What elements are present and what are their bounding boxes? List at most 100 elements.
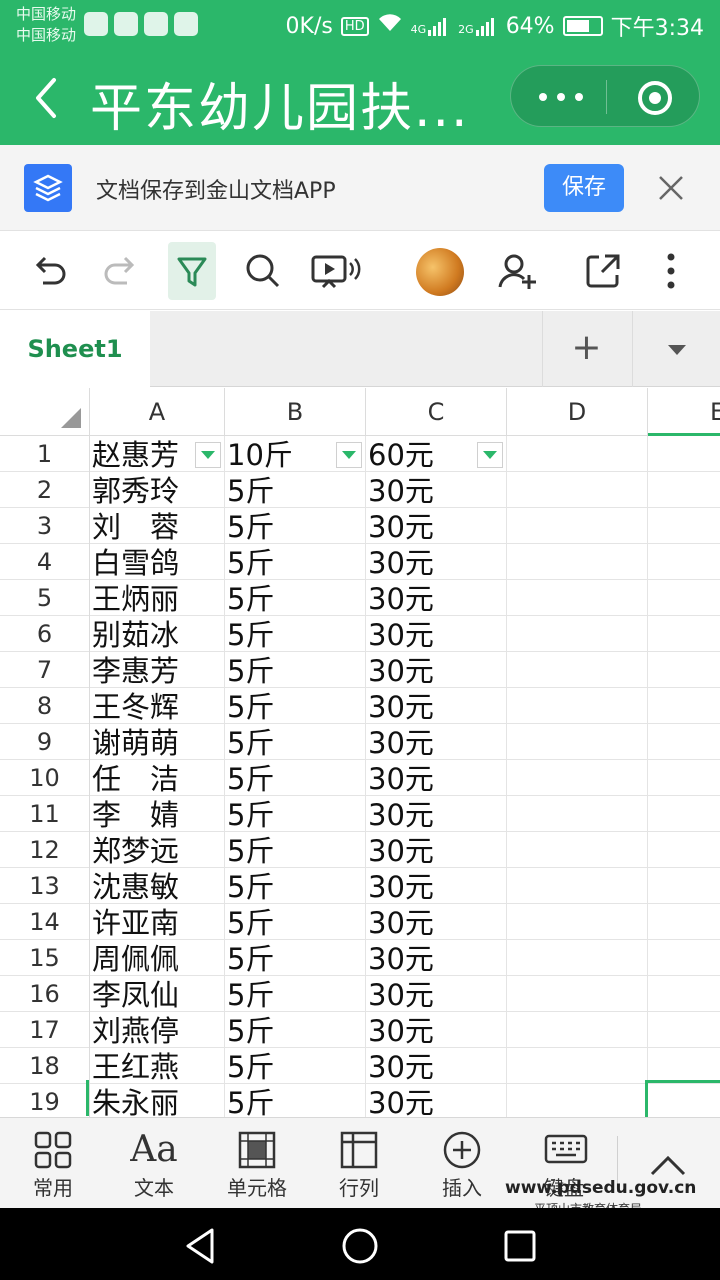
cell-e[interactable] [648, 832, 720, 868]
row-number[interactable]: 1 [0, 436, 90, 472]
row-number[interactable]: 9 [0, 724, 90, 760]
row-number[interactable]: 2 [0, 472, 90, 508]
cell-a[interactable]: 李 婧 [90, 796, 225, 832]
cell-b[interactable]: 5斤 [225, 1048, 366, 1084]
cell-a[interactable]: 李凤仙 [90, 976, 225, 1012]
cell-e[interactable] [648, 724, 720, 760]
cell-c[interactable]: 30元 [366, 652, 507, 688]
cell-b[interactable]: 5斤 [225, 616, 366, 652]
back-button[interactable] [28, 70, 68, 126]
cell-e[interactable] [648, 904, 720, 940]
row-number[interactable]: 6 [0, 616, 90, 652]
nav-recent-apps-icon[interactable] [500, 1226, 540, 1266]
cell-c[interactable]: 30元 [366, 868, 507, 904]
sheet-menu-chevron-down-icon[interactable] [632, 311, 720, 387]
row-number[interactable]: 19 [0, 1084, 90, 1117]
cell-b[interactable]: 5斤 [225, 652, 366, 688]
cell-c[interactable]: 30元 [366, 472, 507, 508]
cell-e[interactable] [648, 1012, 720, 1048]
column-header-a[interactable]: A [90, 388, 225, 436]
cell-d[interactable] [507, 1012, 648, 1048]
cell-d[interactable] [507, 580, 648, 616]
cell-a[interactable]: 王炳丽 [90, 580, 225, 616]
cell-c[interactable]: 30元 [366, 508, 507, 544]
row-number[interactable]: 7 [0, 652, 90, 688]
filter-dropdown-a[interactable] [195, 442, 221, 468]
cell-a[interactable]: 别茹冰 [90, 616, 225, 652]
avatar[interactable] [416, 248, 464, 296]
row-number[interactable]: 10 [0, 760, 90, 796]
close-miniprogram-button[interactable] [638, 81, 672, 115]
cell-a[interactable]: 周佩佩 [90, 940, 225, 976]
cell-e[interactable] [648, 760, 720, 796]
cell-b[interactable]: 5斤 [225, 1084, 366, 1117]
cell-b[interactable]: 5斤 [225, 868, 366, 904]
cell-d[interactable] [507, 652, 648, 688]
cell-d[interactable] [507, 724, 648, 760]
filter-dropdown-b[interactable] [336, 442, 362, 468]
cell-d[interactable] [507, 1048, 648, 1084]
row-number[interactable]: 14 [0, 904, 90, 940]
cell-a[interactable]: 谢萌萌 [90, 724, 225, 760]
cell-d[interactable] [507, 688, 648, 724]
cell-e[interactable] [648, 472, 720, 508]
cell-e[interactable] [648, 1048, 720, 1084]
cell-b[interactable]: 5斤 [225, 688, 366, 724]
row-number[interactable]: 4 [0, 544, 90, 580]
cell-a[interactable]: 王冬辉 [90, 688, 225, 724]
cell-b[interactable]: 5斤 [225, 472, 366, 508]
cell-c[interactable]: 30元 [366, 940, 507, 976]
cell-a[interactable]: 刘 蓉 [90, 508, 225, 544]
filter-dropdown-c[interactable] [477, 442, 503, 468]
filter-icon[interactable] [168, 242, 216, 300]
row-number[interactable]: 3 [0, 508, 90, 544]
row-number[interactable]: 11 [0, 796, 90, 832]
cell-e[interactable] [648, 976, 720, 1012]
row-number[interactable]: 16 [0, 976, 90, 1012]
row-number[interactable]: 13 [0, 868, 90, 904]
row-number[interactable]: 18 [0, 1048, 90, 1084]
insert-button[interactable]: 插入 [417, 1126, 507, 1206]
cell-c[interactable]: 30元 [366, 688, 507, 724]
nav-back-icon[interactable] [182, 1226, 222, 1266]
cell-e[interactable] [648, 616, 720, 652]
cell-b[interactable]: 5斤 [225, 508, 366, 544]
column-header-e[interactable]: E [648, 388, 720, 436]
cell-d[interactable] [507, 760, 648, 796]
cell-e[interactable] [648, 652, 720, 688]
add-sheet-button[interactable]: + [542, 311, 630, 387]
cell-a[interactable]: 朱永丽 [90, 1084, 225, 1117]
cell-d[interactable] [507, 940, 648, 976]
cell-b[interactable]: 5斤 [225, 904, 366, 940]
cell-b[interactable]: 5斤 [225, 940, 366, 976]
cell-e[interactable] [648, 688, 720, 724]
save-button[interactable]: 保存 [544, 164, 624, 212]
cell-d[interactable] [507, 508, 648, 544]
cell-e[interactable] [648, 436, 720, 472]
selected-cell[interactable] [645, 1080, 720, 1117]
cell-b[interactable]: 5斤 [225, 760, 366, 796]
cell-a[interactable]: 李惠芳 [90, 652, 225, 688]
search-icon[interactable] [236, 242, 290, 300]
cell-d[interactable] [507, 472, 648, 508]
common-button[interactable]: 常用 [8, 1126, 98, 1206]
cell-d[interactable] [507, 904, 648, 940]
cell-e[interactable] [648, 580, 720, 616]
column-header-c[interactable]: C [366, 388, 507, 436]
cell-d[interactable] [507, 868, 648, 904]
cell-c[interactable]: 30元 [366, 724, 507, 760]
cell-b[interactable]: 5斤 [225, 1012, 366, 1048]
cell-c[interactable]: 30元 [366, 544, 507, 580]
cell-c[interactable]: 30元 [366, 580, 507, 616]
add-user-icon[interactable] [490, 242, 544, 300]
cell-d[interactable] [507, 832, 648, 868]
cell-c[interactable]: 30元 [366, 1048, 507, 1084]
row-number[interactable]: 8 [0, 688, 90, 724]
cell-b[interactable]: 5斤 [225, 832, 366, 868]
row-number[interactable]: 12 [0, 832, 90, 868]
cell-b[interactable]: 5斤 [225, 580, 366, 616]
undo-icon[interactable] [22, 242, 76, 300]
row-column-button[interactable]: 行列 [314, 1126, 404, 1206]
cell-d[interactable] [507, 616, 648, 652]
cell-c[interactable]: 30元 [366, 904, 507, 940]
